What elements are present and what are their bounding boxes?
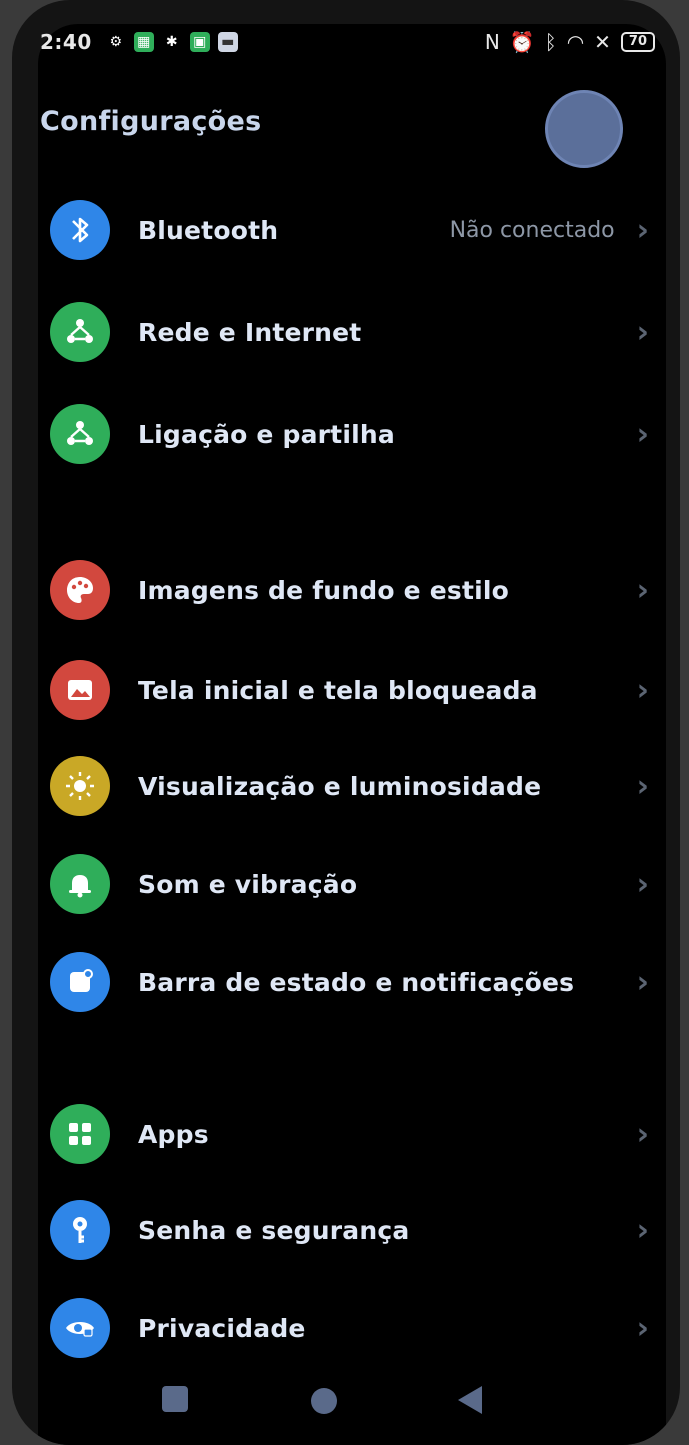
settings-item-sun[interactable]: Visualização e luminosidade › xyxy=(50,746,649,826)
settings-item-network[interactable]: Rede e Internet › xyxy=(50,292,649,372)
chevron-right-icon: › xyxy=(636,1310,649,1346)
settings-item-privacy[interactable]: Privacidade › xyxy=(50,1288,649,1368)
sun-icon xyxy=(50,756,110,816)
chevron-right-icon: › xyxy=(636,572,649,608)
bluetooth-icon: ᛒ xyxy=(544,30,557,54)
apps-icon xyxy=(50,1104,110,1164)
settings-item-notification[interactable]: Barra de estado e notificações › xyxy=(50,942,649,1022)
settings-item-key[interactable]: Senha e segurança › xyxy=(50,1190,649,1270)
status-right: N ⏰ ᛒ ◠ ✕ 70 xyxy=(485,30,655,54)
chevron-right-icon: › xyxy=(636,672,649,708)
settings-item-label: Visualização e luminosidade xyxy=(138,771,542,801)
settings-item-apps[interactable]: Apps › xyxy=(50,1094,649,1174)
green-app-icon: ▣ xyxy=(189,32,210,52)
back-button[interactable] xyxy=(458,1386,482,1414)
status-time: 2:40 xyxy=(40,30,92,54)
settings-item-image[interactable]: Tela inicial e tela bloqueada › xyxy=(50,650,649,730)
battery-indicator: 70 xyxy=(620,32,655,52)
nfc-icon: N xyxy=(484,30,500,54)
bell-icon xyxy=(50,854,110,914)
privacy-icon xyxy=(50,1298,110,1358)
grid-app-icon: ▦ xyxy=(133,32,154,52)
chevron-right-icon: › xyxy=(636,866,649,902)
recent-apps-button[interactable] xyxy=(162,1386,188,1412)
settings-item-share[interactable]: Ligação e partilha › xyxy=(50,394,649,474)
settings-item-label: Privacidade xyxy=(138,1313,306,1343)
account-avatar[interactable] xyxy=(545,90,623,168)
settings-item-label: Rede e Internet xyxy=(138,317,362,347)
chevron-right-icon: › xyxy=(636,768,649,804)
settings-item-label: Senha e segurança xyxy=(138,1215,410,1245)
message-icon: ▬ xyxy=(217,32,238,52)
settings-item-label: Bluetooth xyxy=(138,215,279,245)
settings-item-label: Ligação e partilha xyxy=(138,419,395,449)
settings-item-bell[interactable]: Som e vibração › xyxy=(50,844,649,924)
key-icon xyxy=(50,1200,110,1260)
chevron-right-icon: › xyxy=(636,1116,649,1152)
image-icon xyxy=(50,660,110,720)
bluetooth-icon xyxy=(50,200,110,260)
chevron-right-icon: › xyxy=(636,212,649,248)
settings-item-label: Som e vibração xyxy=(138,869,358,899)
bug-icon: ✱ xyxy=(165,34,178,50)
navigation-bar xyxy=(0,1368,689,1428)
settings-item-bluetooth[interactable]: Bluetooth Não conectado › xyxy=(50,190,649,270)
notification-icon xyxy=(50,952,110,1012)
alarm-icon: ⏰ xyxy=(509,30,535,54)
settings-gear-icon: ⚙ xyxy=(109,34,123,50)
share-icon xyxy=(50,404,110,464)
chevron-right-icon: › xyxy=(636,416,649,452)
settings-item-palette[interactable]: Imagens de fundo e estilo › xyxy=(50,550,649,630)
data-icon: ✕ xyxy=(594,30,611,54)
settings-item-status: Não conectado xyxy=(449,217,615,243)
chevron-right-icon: › xyxy=(636,314,649,350)
home-button[interactable] xyxy=(311,1388,337,1414)
wifi-icon: ◠ xyxy=(566,30,585,54)
network-icon xyxy=(50,302,110,362)
page-title: Configurações xyxy=(40,106,262,137)
chevron-right-icon: › xyxy=(636,1212,649,1248)
settings-item-label: Apps xyxy=(138,1119,209,1149)
status-bar: 2:40 ⚙ ▦ ✱ ▣ ▬ N ⏰ ᛒ ◠ ✕ 70 xyxy=(40,28,655,56)
palette-icon xyxy=(50,560,110,620)
settings-item-label: Barra de estado e notificações xyxy=(138,967,575,997)
settings-item-label: Imagens de fundo e estilo xyxy=(138,575,510,605)
chevron-right-icon: › xyxy=(636,964,649,1000)
settings-item-label: Tela inicial e tela bloqueada xyxy=(138,675,538,705)
